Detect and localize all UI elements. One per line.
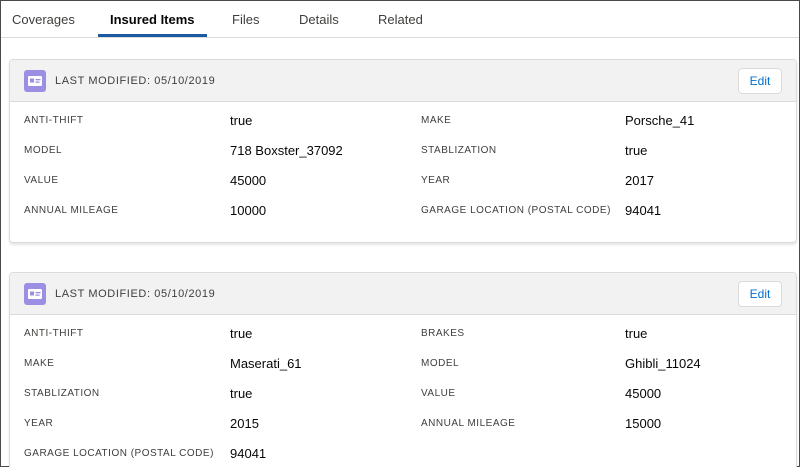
field-value: true xyxy=(230,113,253,128)
card-body: ANTI-THIFT true BRAKES true MAKE Maserat… xyxy=(10,315,796,467)
tab-coverages[interactable]: Coverages xyxy=(12,1,75,37)
tab-insured-items[interactable]: Insured Items xyxy=(98,1,206,37)
edit-button[interactable]: Edit xyxy=(738,281,782,307)
field-label: VALUE xyxy=(24,175,59,186)
field-row: ANNUAL MILEAGE 10000 GARAGE LOCATION (PO… xyxy=(10,196,796,226)
card-title: LAST MODIFIED: 05/10/2019 xyxy=(55,75,216,87)
field-row: GARAGE LOCATION (POSTAL CODE) 94041 xyxy=(10,439,796,467)
card-title: LAST MODIFIED: 05/10/2019 xyxy=(55,288,216,300)
field-label: MAKE xyxy=(421,115,452,126)
field-label: ANNUAL MILEAGE xyxy=(421,418,516,429)
field-value: 45000 xyxy=(230,173,267,188)
field-value: 2017 xyxy=(625,173,654,188)
field-value: true xyxy=(230,386,253,401)
contact-card-icon xyxy=(24,70,46,92)
field-row: MODEL 718 Boxster_37092 STABLIZATION tru… xyxy=(10,136,796,166)
field-label: YEAR xyxy=(24,418,54,429)
field-value: true xyxy=(625,326,648,341)
field-label: MAKE xyxy=(24,358,55,369)
tab-files[interactable]: Files xyxy=(232,1,259,37)
field-value: true xyxy=(625,143,648,158)
tab-related[interactable]: Related xyxy=(378,1,423,37)
field-label: ANTI-THIFT xyxy=(24,328,84,339)
tab-details[interactable]: Details xyxy=(299,1,339,37)
card-header: LAST MODIFIED: 05/10/2019 Edit xyxy=(10,273,796,315)
field-label: YEAR xyxy=(421,175,451,186)
card-body: ANTI-THIFT true MAKE Porsche_41 MODEL 71… xyxy=(10,102,796,226)
field-value: 10000 xyxy=(230,203,267,218)
tab-bar: Coverages Insured Items Files Details Re… xyxy=(1,1,799,38)
field-value: true xyxy=(230,326,253,341)
field-value: 94041 xyxy=(625,203,662,218)
field-label: STABLIZATION xyxy=(24,388,100,399)
field-value: 15000 xyxy=(625,416,662,431)
field-row: STABLIZATION true VALUE 45000 xyxy=(10,379,796,409)
field-row: YEAR 2015 ANNUAL MILEAGE 15000 xyxy=(10,409,796,439)
field-row: MAKE Maserati_61 MODEL Ghibli_11024 xyxy=(10,349,796,379)
insured-item-card: LAST MODIFIED: 05/10/2019 Edit ANTI-THIF… xyxy=(9,272,797,467)
field-value: Maserati_61 xyxy=(230,356,302,371)
field-label: ANNUAL MILEAGE xyxy=(24,205,119,216)
field-row: VALUE 45000 YEAR 2017 xyxy=(10,166,796,196)
insured-item-card: LAST MODIFIED: 05/10/2019 Edit ANTI-THIF… xyxy=(9,59,797,243)
field-label: MODEL xyxy=(421,358,460,369)
field-value: Porsche_41 xyxy=(625,113,695,128)
field-row: ANTI-THIFT true BRAKES true xyxy=(10,319,796,349)
field-label: ANTI-THIFT xyxy=(24,115,84,126)
field-label: BRAKES xyxy=(421,328,465,339)
field-value: Ghibli_11024 xyxy=(625,356,701,371)
field-value: 45000 xyxy=(625,386,662,401)
field-label: VALUE xyxy=(421,388,456,399)
field-label: GARAGE LOCATION (POSTAL CODE) xyxy=(421,205,611,216)
edit-button[interactable]: Edit xyxy=(738,68,782,94)
card-header: LAST MODIFIED: 05/10/2019 Edit xyxy=(10,60,796,102)
field-label: STABLIZATION xyxy=(421,145,497,156)
field-row: ANTI-THIFT true MAKE Porsche_41 xyxy=(10,106,796,136)
field-value: 718 Boxster_37092 xyxy=(230,143,343,158)
field-label: MODEL xyxy=(24,145,63,156)
field-value: 2015 xyxy=(230,416,259,431)
contact-card-icon xyxy=(24,283,46,305)
field-value: 94041 xyxy=(230,446,267,461)
field-label: GARAGE LOCATION (POSTAL CODE) xyxy=(24,448,214,459)
